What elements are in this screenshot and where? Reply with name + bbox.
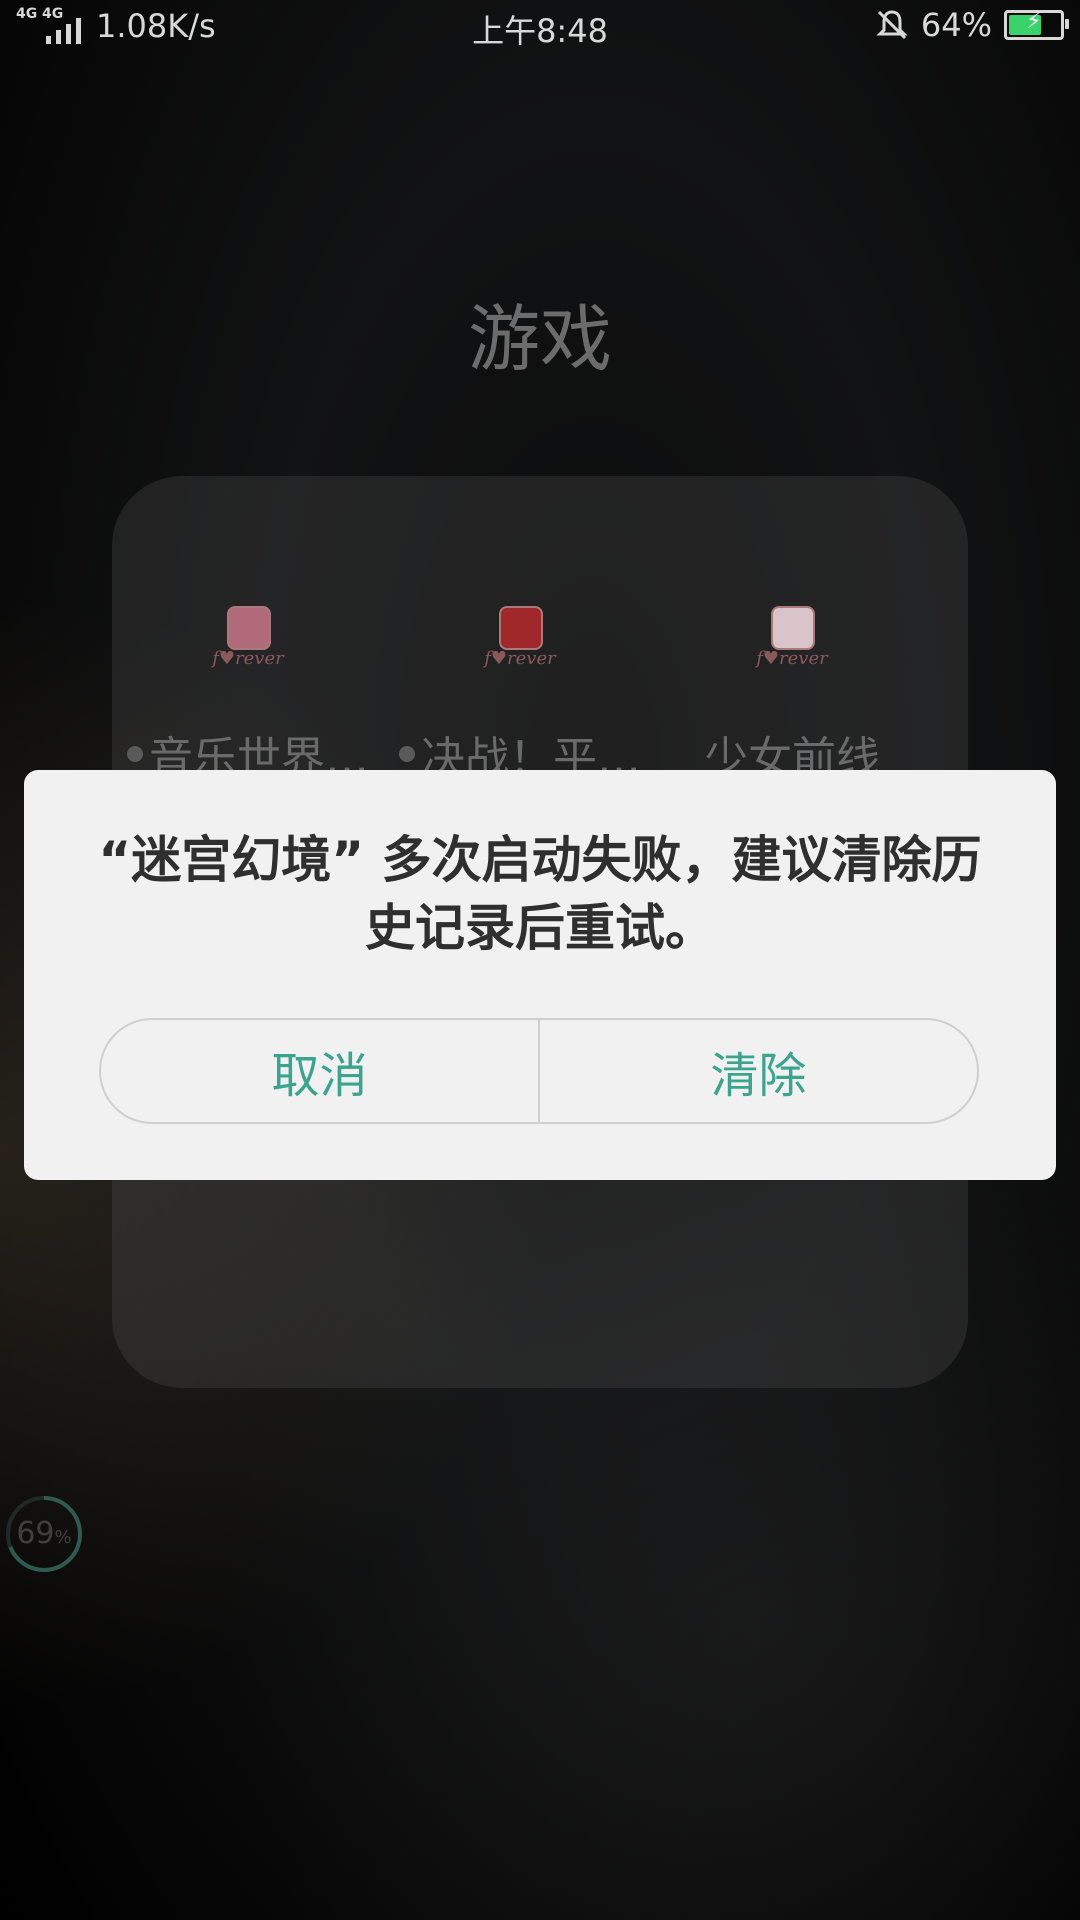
app-item[interactable]: f♥rever 音乐世界… [112, 596, 384, 786]
memory-usage-unit: % [54, 1527, 72, 1548]
dialog-button-group: 取消 清除 [99, 1018, 979, 1124]
memory-usage-value: 69 [16, 1516, 55, 1551]
charging-icon: ⚡ [1026, 9, 1042, 34]
game-icon[interactable]: f♥rever [203, 596, 293, 686]
battery-icon: ⚡ [1004, 9, 1069, 40]
app-item[interactable]: f♥rever 少女前线 [656, 596, 928, 786]
app-item[interactable]: f♥rever 决战！平… [384, 596, 656, 786]
dialog-message-line-1: “迷宫幻境” 多次启动失败，建议清除历 [98, 831, 982, 889]
launch-failure-dialog: “迷宫幻境” 多次启动失败，建议清除历 史记录后重试。 取消 清除 [24, 770, 1056, 1180]
new-dot-icon [399, 746, 415, 762]
memory-usage-widget[interactable]: 69% [4, 1494, 84, 1574]
status-bar: 4G 4G 1.08K/s 上午8:48 64% ⚡ [0, 0, 1080, 56]
dialog-message-line-2: 史记录后重试。 [365, 899, 715, 957]
dialog-message: “迷宫幻境” 多次启动失败，建议清除历 史记录后重试。 [64, 826, 1016, 962]
app-icon-caption: f♥rever [756, 648, 828, 669]
battery-percent: 64% [920, 6, 992, 44]
memory-usage-text: 69% [4, 1516, 84, 1551]
app-icon-caption: f♥rever [212, 648, 284, 669]
new-dot-icon [127, 746, 143, 762]
game-icon[interactable]: f♥rever [747, 596, 837, 686]
folder-title[interactable]: 游戏 [0, 280, 1080, 385]
game-icon[interactable]: f♥rever [475, 596, 565, 686]
status-right: 64% ⚡ [875, 6, 1069, 44]
cancel-button[interactable]: 取消 [101, 1020, 538, 1122]
app-icon-caption: f♥rever [484, 648, 556, 669]
clear-button[interactable]: 清除 [540, 1020, 977, 1122]
bell-mute-icon [876, 10, 908, 40]
